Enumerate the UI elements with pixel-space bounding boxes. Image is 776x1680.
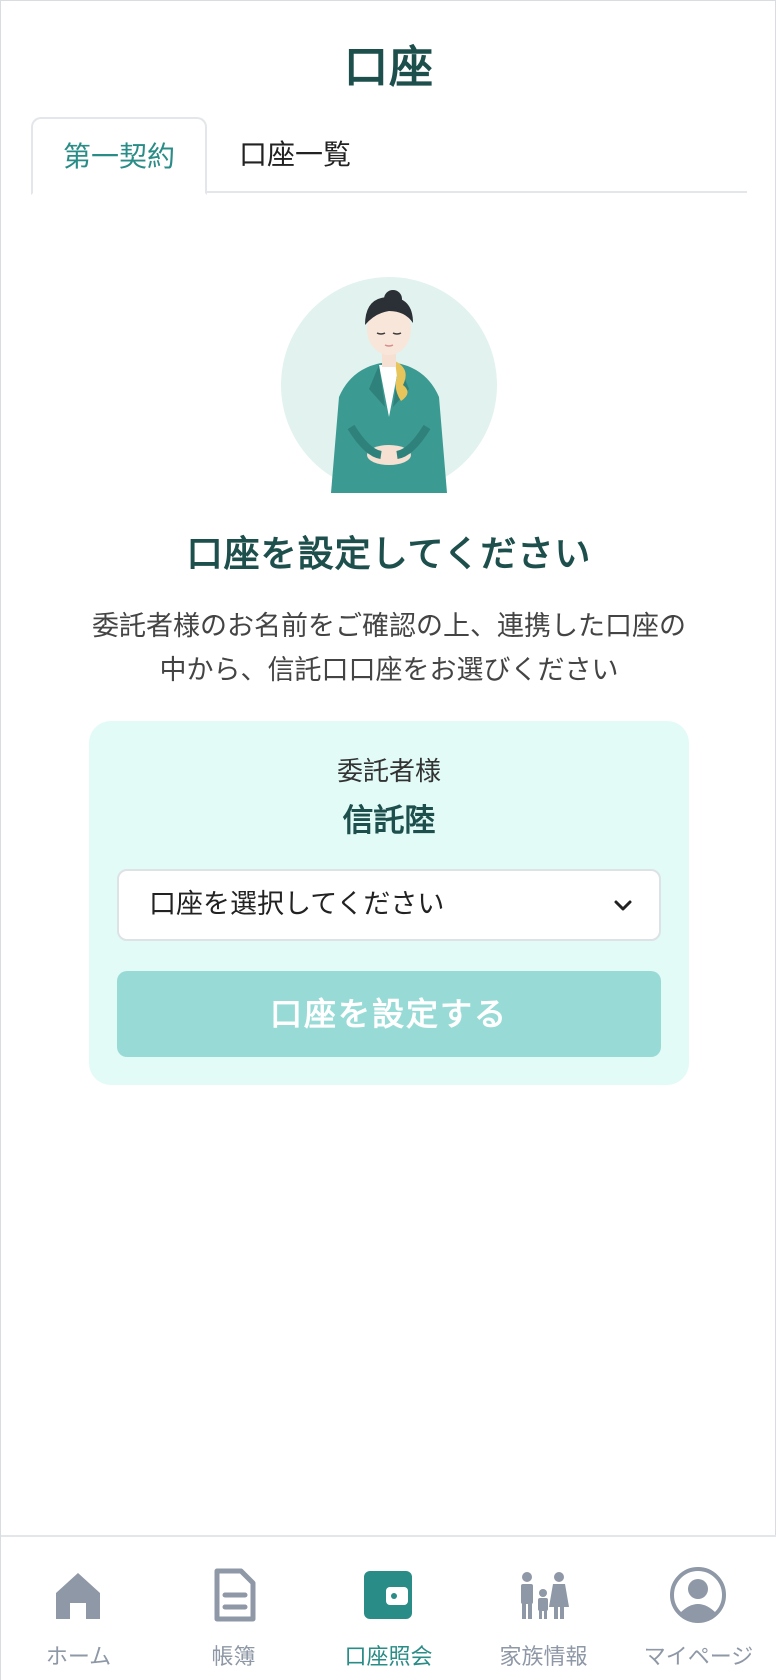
trustor-card: 委託者様 信託陸 口座を選択してください 口座を設定する [89,721,689,1085]
nav-item-account[interactable]: 口座照会 [311,1537,466,1680]
tab-first-contract[interactable]: 第一契約 [31,117,207,195]
nav-label-ledger: 帳簿 [211,1645,256,1670]
account-select-placeholder: 口座を選択してください [149,889,445,920]
chevron-down-icon [614,900,632,911]
home-icon [56,1573,100,1619]
nav-item-family[interactable]: 家族情報 [466,1537,621,1680]
wallet-icon [364,1571,412,1619]
nav-label-home: ホーム [45,1645,112,1670]
account-select[interactable]: 口座を選択してください [117,869,661,941]
app-frame: 口座 第一契約 口座一覧 口座を設定してください 委託者様のお名前をご確認の上、… [0,0,776,1680]
set-account-button[interactable]: 口座を設定する [117,971,661,1057]
setup-heading: 口座を設定してください [186,534,592,575]
trustor-label: 委託者様 [336,757,441,787]
family-icon [521,1572,569,1619]
user-icon [670,1567,726,1623]
nav-item-mypage[interactable]: マイページ [621,1537,776,1680]
nav-item-ledger[interactable]: 帳簿 [156,1537,311,1680]
setup-description: 委託者様のお名前をご確認の上、連携した口座の中から、信託口口座をお選びください [92,611,686,686]
trustor-name: 信託陸 [342,803,436,839]
nav-item-home[interactable]: ホーム [1,1537,156,1680]
tab-account-list[interactable]: 口座一覧 [207,117,383,193]
nav-label-family: 家族情報 [499,1645,588,1670]
concierge-illustration [281,277,497,493]
document-icon [214,1568,256,1622]
nav-label-mypage: マイページ [643,1645,754,1670]
tab-bar: 第一契約 口座一覧 [31,117,747,195]
bottom-navigation: ホーム 帳簿 口座照会 家族情報 マイページ [1,1535,776,1680]
page-title: 口座 [344,42,434,93]
nav-label-account: 口座照会 [344,1645,433,1670]
